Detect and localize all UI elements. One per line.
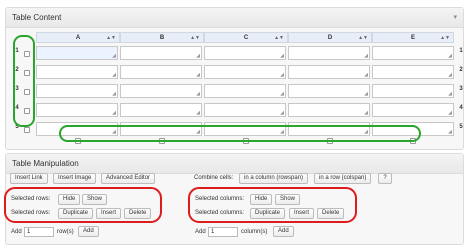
row-checkbox[interactable] xyxy=(24,127,30,133)
sort-arrows-icon[interactable]: ▲▼ xyxy=(358,33,368,43)
resize-grip-icon[interactable]: ◢ xyxy=(448,73,452,78)
combine-rowspan-button[interactable]: in a column (rowspan) xyxy=(239,173,309,184)
row-checkbox-highlight xyxy=(13,35,35,127)
table-cell[interactable]: ◢ xyxy=(288,84,370,98)
resize-grip-icon[interactable]: ◢ xyxy=(280,54,284,59)
table-manipulation-header[interactable]: Table Manipulation xyxy=(6,154,463,174)
table-cell[interactable]: ◢ xyxy=(372,84,454,98)
resize-grip-icon[interactable]: ◢ xyxy=(448,92,452,97)
table-cell[interactable]: ◢ xyxy=(204,84,286,98)
resize-grip-icon[interactable]: ◢ xyxy=(448,111,452,116)
row-actions-highlight xyxy=(4,187,162,223)
table-manipulation-title: Table Manipulation xyxy=(12,159,79,168)
combine-cells-label: Combine cells: xyxy=(194,175,234,181)
table-cell[interactable]: ◢ xyxy=(120,103,202,117)
column-header-c[interactable]: C ▲▼ xyxy=(204,32,288,43)
add-columns-button[interactable]: Add xyxy=(273,226,294,237)
advanced-editor-button[interactable]: Advanced Editor xyxy=(101,173,156,184)
resize-grip-icon[interactable]: ◢ xyxy=(112,54,116,59)
add-rows-label: Add xyxy=(11,229,22,235)
table-cell[interactable]: ◢ xyxy=(204,46,286,60)
sort-arrows-icon[interactable]: ▲▼ xyxy=(190,33,200,43)
resize-grip-icon[interactable]: ◢ xyxy=(364,92,368,97)
add-rows-button[interactable]: Add xyxy=(78,226,99,237)
table-cell[interactable]: ◢ xyxy=(36,46,118,60)
table-cell[interactable]: ◢ xyxy=(288,46,370,60)
table-cell[interactable]: ◢ xyxy=(120,84,202,98)
resize-grip-icon[interactable]: ◢ xyxy=(112,92,116,97)
resize-grip-icon[interactable]: ◢ xyxy=(364,111,368,116)
resize-grip-icon[interactable]: ◢ xyxy=(196,92,200,97)
column-header-b[interactable]: B ▲▼ xyxy=(120,32,204,43)
row-number-right: 2 xyxy=(459,67,463,73)
sort-arrows-icon[interactable]: ▲▼ xyxy=(274,33,284,43)
table-cell[interactable]: ◢ xyxy=(120,46,202,60)
add-rows-count-input[interactable]: 1 xyxy=(24,227,54,237)
resize-grip-icon[interactable]: ◢ xyxy=(280,92,284,97)
resize-grip-icon[interactable]: ◢ xyxy=(112,73,116,78)
table-cell[interactable]: ◢ xyxy=(204,103,286,117)
resize-grip-icon[interactable]: ◢ xyxy=(364,73,368,78)
resize-grip-icon[interactable]: ◢ xyxy=(448,54,452,59)
resize-grip-icon[interactable]: ◢ xyxy=(448,130,452,135)
table-cell[interactable]: ◢ xyxy=(36,65,118,79)
resize-grip-icon[interactable]: ◢ xyxy=(112,111,116,116)
columns-suffix-label: column(s) xyxy=(241,229,268,235)
column-header-e[interactable]: E ▲▼ xyxy=(372,32,454,43)
row-number-right: 3 xyxy=(459,86,463,92)
table-cell[interactable]: ◢ xyxy=(372,46,454,60)
table-cell[interactable]: ◢ xyxy=(36,84,118,98)
sort-arrows-icon[interactable]: ▲▼ xyxy=(440,33,450,43)
column-header-a[interactable]: A ▲▼ xyxy=(36,32,120,43)
help-button[interactable]: ? xyxy=(378,173,392,184)
combine-colspan-button[interactable]: in a row (colspan) xyxy=(314,173,372,184)
resize-grip-icon[interactable]: ◢ xyxy=(280,73,284,78)
collapse-arrow-icon[interactable]: ▾ xyxy=(453,8,457,28)
sort-arrows-icon[interactable]: ▲▼ xyxy=(106,33,116,43)
add-columns-count-input[interactable]: 1 xyxy=(208,227,238,237)
resize-grip-icon[interactable]: ◢ xyxy=(280,111,284,116)
row-number-right: 1 xyxy=(459,48,463,54)
column-header-d[interactable]: D ▲▼ xyxy=(288,32,372,43)
table-content-header[interactable]: Table Content ▾ xyxy=(6,8,463,28)
column-actions-highlight xyxy=(188,187,357,223)
table-content-title: Table Content xyxy=(12,13,62,22)
resize-grip-icon[interactable]: ◢ xyxy=(196,73,200,78)
table-cell[interactable]: ◢ xyxy=(288,103,370,117)
rows-suffix-label: row(s) xyxy=(57,229,74,235)
row-number-right: 5 xyxy=(459,124,463,130)
table-cell[interactable]: ◢ xyxy=(120,65,202,79)
column-checkbox-highlight xyxy=(59,125,421,142)
resize-grip-icon[interactable]: ◢ xyxy=(364,54,368,59)
row-number-right: 4 xyxy=(459,105,463,111)
table-cell[interactable]: ◢ xyxy=(204,65,286,79)
table-cell[interactable]: ◢ xyxy=(36,103,118,117)
table-cell[interactable]: ◢ xyxy=(288,65,370,79)
resize-grip-icon[interactable]: ◢ xyxy=(196,54,200,59)
insert-link-button[interactable]: Insert Link xyxy=(10,173,48,184)
insert-image-button[interactable]: Insert Image xyxy=(53,173,97,184)
table-cell[interactable]: ◢ xyxy=(372,103,454,117)
resize-grip-icon[interactable]: ◢ xyxy=(196,111,200,116)
table-cell[interactable]: ◢ xyxy=(372,65,454,79)
add-columns-label: Add xyxy=(195,229,206,235)
